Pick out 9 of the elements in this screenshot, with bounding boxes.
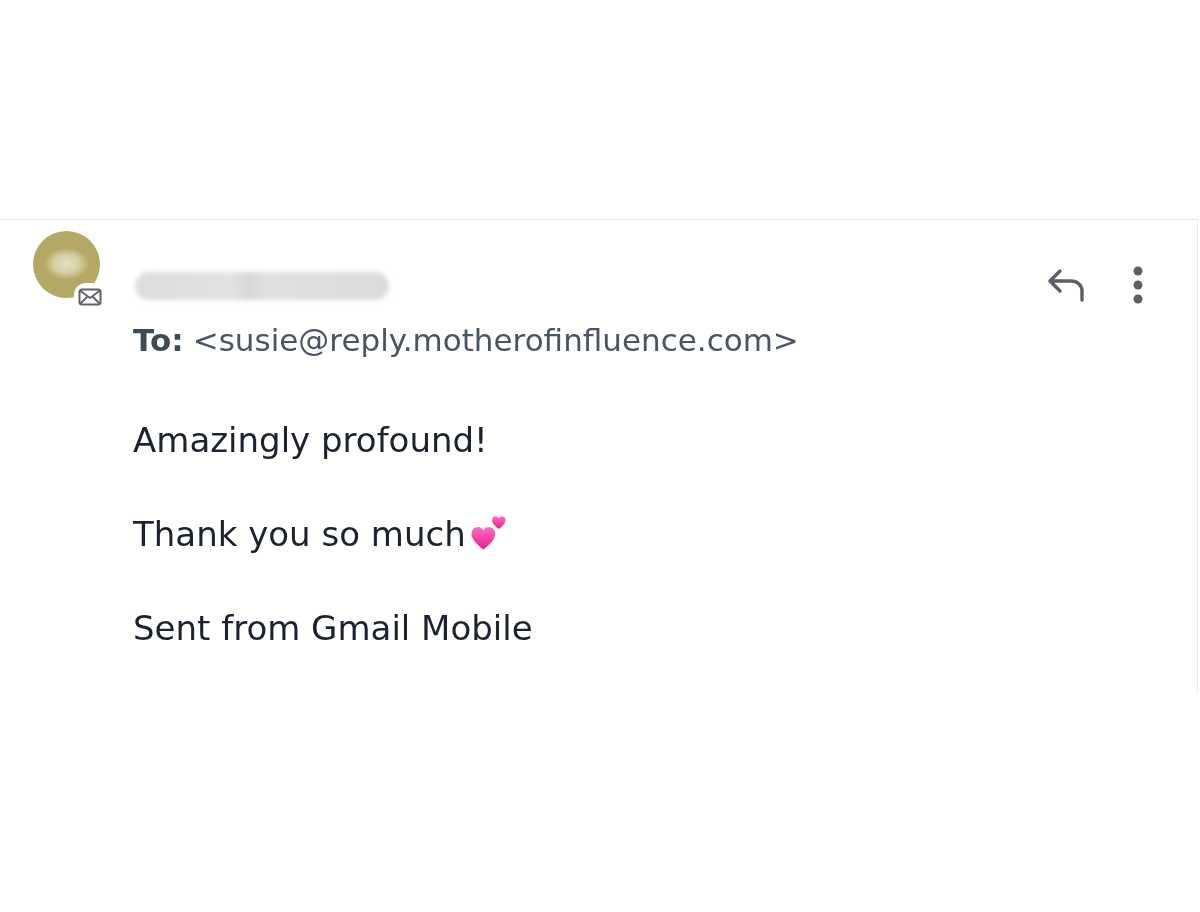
vertical-dots-icon [1133,266,1143,304]
recipient-address: <susie@reply.motherofinfluence.com> [192,322,799,358]
body-paragraph: Amazingly profound! [133,420,488,460]
reply-icon [1047,268,1085,302]
body-paragraph: Thank you so much [133,514,466,554]
body-paragraph: Sent from Gmail Mobile [133,608,533,648]
to-label: To: [133,322,184,358]
reply-button[interactable] [1047,268,1085,302]
more-options-button[interactable] [1133,266,1143,304]
